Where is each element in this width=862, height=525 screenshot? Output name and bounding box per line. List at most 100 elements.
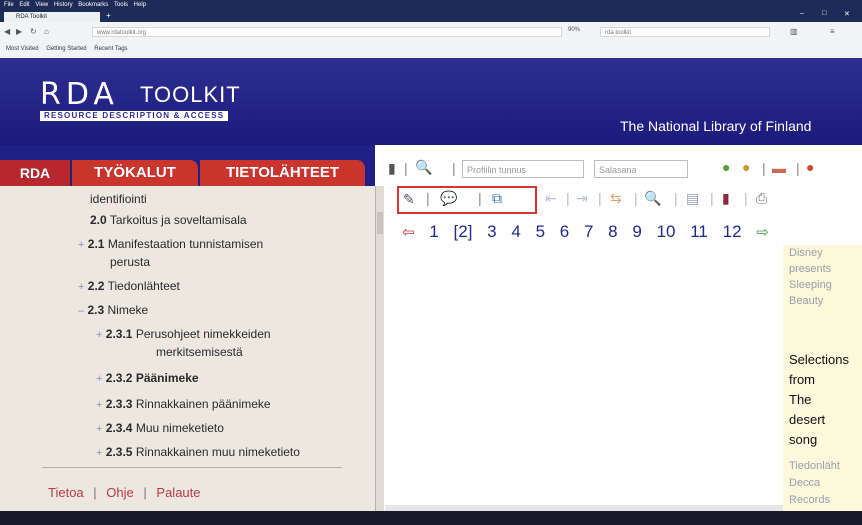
page-link[interactable]: 12	[723, 222, 742, 241]
menu-edit[interactable]: Edit	[19, 2, 29, 8]
page-link[interactable]: 3	[487, 222, 496, 241]
expand-icon[interactable]: +	[96, 399, 102, 411]
os-taskbar	[0, 511, 862, 525]
close-window-button[interactable]: ✕	[844, 10, 850, 18]
minimize-button[interactable]: –	[800, 10, 804, 17]
toc-item-2-3-3[interactable]: + 2.3.3 Rinnakkainen päänimeke	[96, 396, 271, 413]
toc-item-2-0[interactable]: 2.0 Tarkoitus ja soveltamisala	[90, 212, 247, 228]
page-link[interactable]: 8	[608, 222, 617, 241]
toolbar-separator: |	[566, 190, 570, 206]
workflow-icon[interactable]: ⧉	[492, 190, 502, 207]
zoom-level[interactable]: 90%	[568, 27, 580, 33]
highlighted-tool-group	[397, 186, 537, 214]
menu-bookmarks[interactable]: Bookmarks	[78, 2, 108, 8]
tab-resources[interactable]: TIETOLÄHTEET	[200, 160, 365, 186]
login-icon[interactable]: ●	[806, 159, 814, 175]
menu-help[interactable]: Help	[134, 2, 146, 8]
bookmark-icon[interactable]: ▮	[722, 190, 730, 207]
toolbar-separator: |	[598, 190, 602, 206]
page-link[interactable]: 1	[429, 222, 438, 241]
toc-divider	[42, 467, 342, 468]
menu-file[interactable]: File	[4, 2, 14, 8]
result-item-1[interactable]: Disney presents Sleeping Beauty	[789, 245, 832, 309]
footer-help-link[interactable]: Ohje	[106, 485, 133, 500]
footer-separator: |	[143, 485, 147, 500]
collapse-icon[interactable]: –	[78, 305, 84, 317]
footer-links: Tietoa | Ohje | Palaute	[48, 485, 201, 500]
hamburger-menu-icon[interactable]: ≡	[830, 27, 835, 36]
browser-tab[interactable]: RDA Toolkit	[4, 12, 100, 22]
maximize-button[interactable]: □	[822, 10, 826, 17]
menu-history[interactable]: History	[54, 2, 73, 8]
toc-item-2-3-4[interactable]: + 2.3.4 Muu nimeketieto	[96, 420, 224, 437]
home-icon[interactable]: ⌂	[44, 27, 49, 36]
page-link[interactable]: 9	[632, 222, 641, 241]
toolbar-separator: |	[744, 190, 748, 206]
menu-view[interactable]: View	[35, 2, 48, 8]
reload-icon[interactable]: ↻	[30, 27, 37, 36]
expand-icon[interactable]: +	[96, 329, 102, 341]
print-icon[interactable]: ⎙	[756, 190, 767, 207]
zoom-document-icon[interactable]: ▤	[686, 190, 699, 207]
bookmark-getting-started[interactable]: Getting Started	[46, 42, 86, 56]
toolbar-separator: |	[762, 160, 766, 176]
result-item-2[interactable]: Selections from The desert song	[789, 350, 849, 450]
menu-tools[interactable]: Tools	[114, 2, 128, 8]
toc-item-2-1[interactable]: + 2.1 Manifestaation tunnistamisen	[78, 236, 263, 253]
profile-id-input[interactable]: Profiilin tunnus	[462, 160, 584, 178]
tab-tools[interactable]: TYÖKALUT	[72, 160, 198, 186]
toc-item-2-3-5[interactable]: + 2.3.5 Rinnakkainen muu nimeketieto	[96, 444, 300, 461]
toc-item-2-3-1-cont[interactable]: merkitsemisestä	[156, 344, 243, 360]
footer-feedback-link[interactable]: Palaute	[156, 485, 200, 500]
bookmark-most-visited[interactable]: Most Visited	[6, 42, 39, 56]
expand-icon[interactable]: +	[78, 239, 84, 251]
toc-item[interactable]: identifiointi	[90, 191, 147, 207]
toc-item-2-3-1[interactable]: + 2.3.1 Perusohjeet nimekkeiden	[96, 326, 271, 343]
next-page-icon[interactable]: ⇨	[756, 224, 769, 241]
browser-search-input[interactable]: rda toolkit	[600, 27, 770, 37]
page-link[interactable]: 4	[511, 222, 520, 241]
add-user-icon[interactable]: ●	[722, 159, 730, 175]
expand-icon[interactable]: +	[96, 373, 102, 385]
page-link[interactable]: 10	[657, 222, 676, 241]
expand-icon[interactable]: +	[78, 281, 84, 293]
footer-separator: |	[93, 485, 97, 500]
toc-item-2-3[interactable]: – 2.3 Nimeke	[78, 302, 148, 319]
previous-page-icon[interactable]: ⇦	[402, 224, 415, 241]
bookmark-recent-tags[interactable]: Recent Tags	[94, 42, 127, 56]
result-item-2-meta: Tiedonläht Decca Records	[789, 460, 840, 506]
rda-logo[interactable]: RDA	[40, 77, 119, 112]
link-icon[interactable]: ✎	[403, 191, 415, 208]
browser-tab-strip: RDA Toolkit + – □ ✕	[0, 10, 862, 22]
page-link[interactable]: 5	[536, 222, 545, 241]
tab-rda[interactable]: RDA	[0, 160, 70, 186]
toolbar-separator: |	[426, 190, 430, 206]
footer-about-link[interactable]: Tietoa	[48, 485, 84, 500]
page-link[interactable]: 11	[690, 222, 708, 241]
expand-icon[interactable]: +	[96, 447, 102, 459]
previous-section-icon[interactable]: ⇤	[545, 190, 557, 207]
next-section-icon[interactable]: ⇥	[576, 190, 588, 207]
expand-icon[interactable]: +	[96, 423, 102, 435]
pin-icon[interactable]: ▮	[388, 160, 396, 177]
toc-scrollbar-thumb[interactable]	[377, 212, 383, 234]
profile-settings-icon[interactable]: ▬	[772, 160, 786, 176]
page-link[interactable]: 6	[560, 222, 569, 241]
library-icon[interactable]: ▥	[790, 27, 798, 36]
search-icon[interactable]: 🔍	[415, 159, 432, 176]
toc-item-2-1-cont[interactable]: perusta	[110, 254, 150, 270]
password-input[interactable]: Salasana	[594, 160, 688, 178]
toolbar-separator: |	[710, 190, 714, 206]
toc-scrollbar[interactable]	[376, 186, 384, 511]
page-link[interactable]: 7	[584, 222, 593, 241]
user-icon[interactable]: ●	[742, 159, 750, 175]
toc-item-2-3-2[interactable]: + 2.3.2 Päänimeke	[96, 370, 199, 387]
sync-toc-icon[interactable]: ⇆	[610, 190, 622, 207]
comment-icon[interactable]: 💬	[440, 190, 457, 207]
find-icon[interactable]: 🔍	[644, 190, 661, 207]
back-icon[interactable]: ◀	[4, 27, 10, 36]
new-tab-button[interactable]: +	[106, 11, 111, 20]
toc-item-2-2[interactable]: + 2.2 Tiedonlähteet	[78, 278, 180, 295]
forward-icon[interactable]: ▶	[16, 27, 22, 36]
address-bar[interactable]: www.rdatoolkit.org	[92, 27, 562, 37]
